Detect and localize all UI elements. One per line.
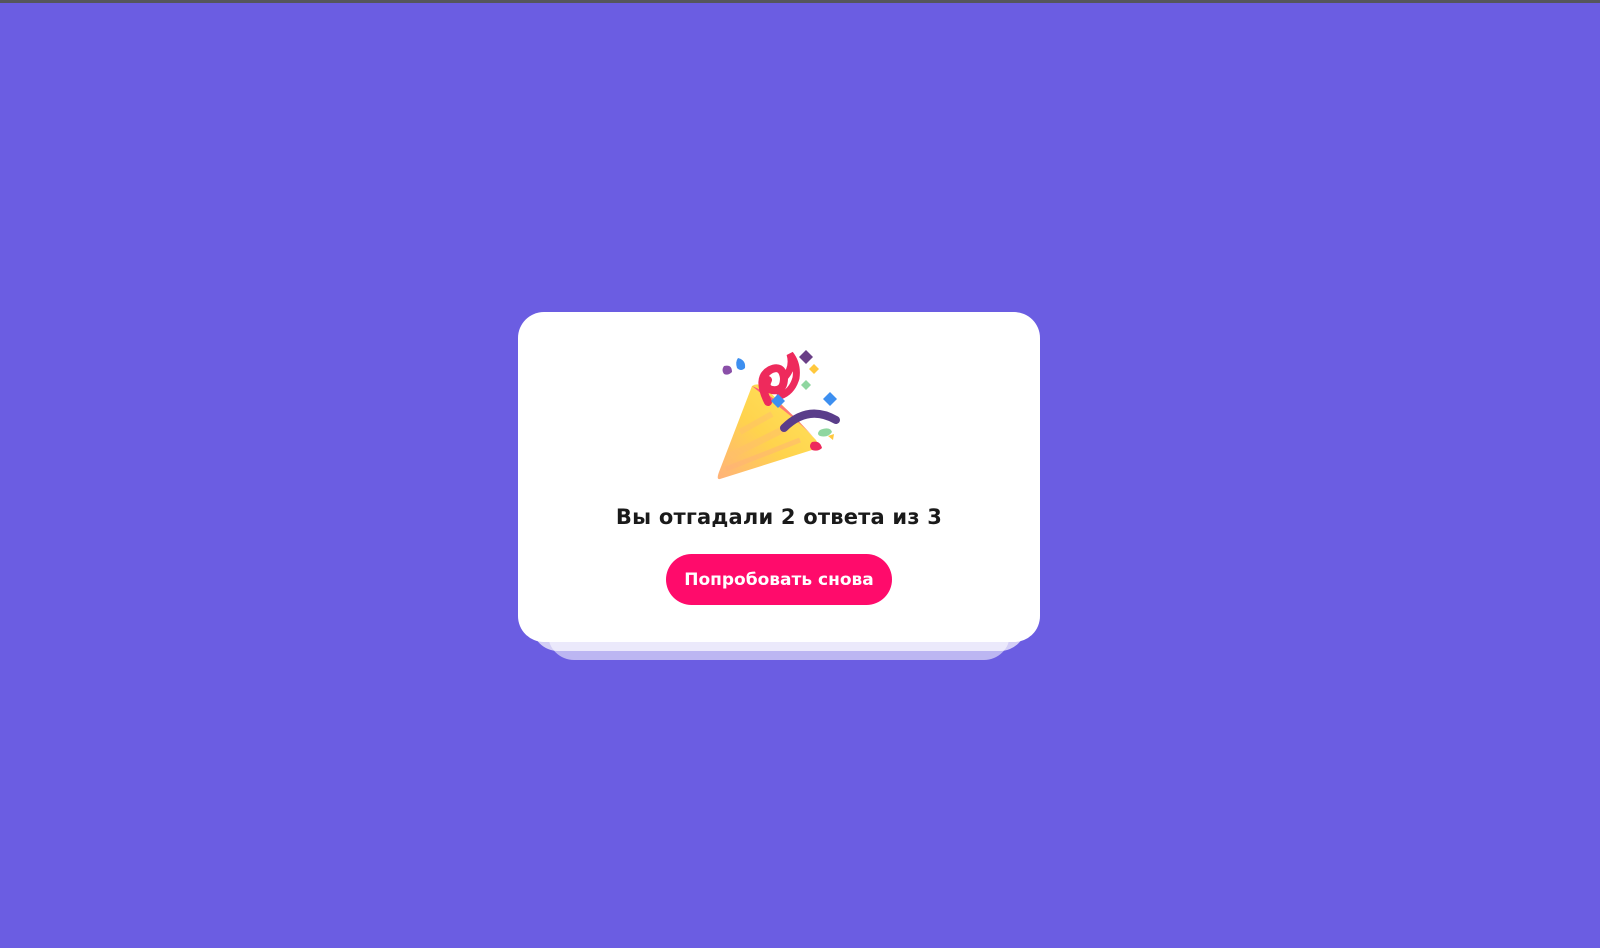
- result-card: Вы отгадали 2 ответа из 3 Попробовать сн…: [518, 312, 1040, 642]
- party-popper-icon: [717, 350, 840, 480]
- top-border: [0, 0, 1600, 3]
- try-again-button[interactable]: Попробовать снова: [666, 554, 892, 605]
- result-message: Вы отгадали 2 ответа из 3: [615, 505, 943, 529]
- result-card-stack: Вы отгадали 2 ответа из 3 Попробовать сн…: [518, 312, 1040, 660]
